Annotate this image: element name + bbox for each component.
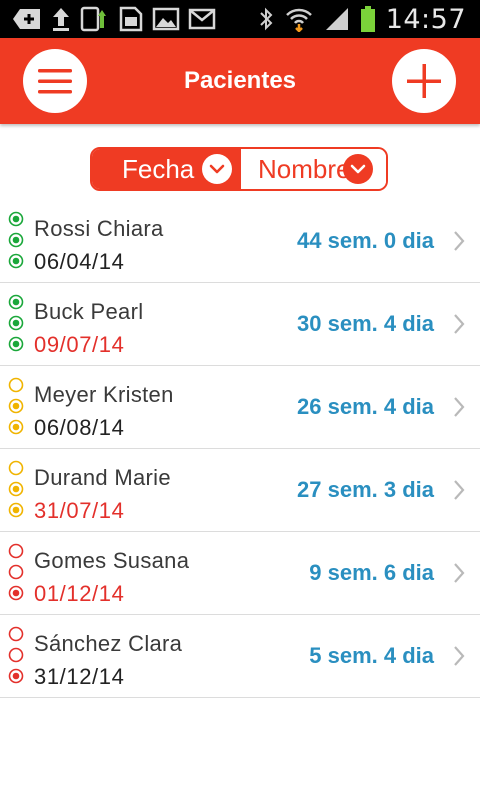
patient-date: 06/04/14 <box>34 249 125 274</box>
status-indicator <box>8 543 24 606</box>
status-indicator <box>8 377 24 440</box>
patient-name: Gomes Susana <box>34 548 190 573</box>
sim-card-icon <box>119 6 143 32</box>
status-indicator <box>8 294 24 357</box>
patient-row[interactable]: Durand Marie 31/07/14 27 sem. 3 dia <box>0 449 480 532</box>
empty-status-dot-icon <box>8 543 24 559</box>
patient-date: 31/12/14 <box>34 664 125 689</box>
status-indicator <box>8 211 24 274</box>
bluetooth-icon <box>259 7 273 31</box>
add-notification-icon <box>13 9 40 29</box>
patient-date: 01/12/14 <box>34 581 125 606</box>
sort-by-date-tab[interactable]: Fecha <box>92 149 241 189</box>
notification-icons <box>12 5 216 33</box>
sort-by-date-label: Fecha <box>122 153 195 184</box>
filled-status-dot-icon <box>8 481 24 497</box>
empty-status-dot-icon <box>8 626 24 642</box>
filled-status-dot-icon <box>8 585 24 601</box>
empty-status-dot-icon <box>8 564 24 580</box>
patient-row[interactable]: Meyer Kristen 06/08/14 26 sem. 4 dia <box>0 366 480 449</box>
empty-status-dot-icon <box>8 647 24 663</box>
app-bar: Pacientes <box>0 38 480 124</box>
patient-list: Rossi Chiara 06/04/14 44 sem. 0 dia Buck… <box>0 200 480 698</box>
status-indicator <box>8 626 24 689</box>
chevron-down-icon <box>342 154 373 184</box>
empty-status-dot-icon <box>8 377 24 393</box>
status-bar: 14:57 <box>0 0 480 38</box>
plus-icon <box>407 64 441 98</box>
patient-date: 09/07/14 <box>34 332 125 357</box>
clock: 14:57 <box>385 3 466 35</box>
patient-name: Buck Pearl <box>34 299 144 324</box>
patient-row[interactable]: Sánchez Clara 31/12/14 5 sem. 4 dia <box>0 615 480 698</box>
gestation-weeks: 5 sem. 4 dia <box>309 643 434 668</box>
status-indicator <box>8 460 24 523</box>
filled-status-dot-icon <box>8 668 24 684</box>
battery-icon <box>360 6 375 32</box>
sort-by-name-label: Nombre <box>257 153 351 184</box>
gmail-icon <box>188 8 216 30</box>
patient-row[interactable]: Gomes Susana 01/12/14 9 sem. 6 dia <box>0 532 480 615</box>
chevron-right-icon <box>454 563 465 583</box>
filled-status-dot-icon <box>8 336 24 352</box>
chevron-right-icon <box>454 646 465 666</box>
gallery-icon <box>152 7 180 31</box>
gestation-weeks: 30 sem. 4 dia <box>297 311 434 336</box>
patient-date: 06/08/14 <box>34 415 125 440</box>
filled-status-dot-icon <box>8 232 24 248</box>
filled-status-dot-icon <box>8 419 24 435</box>
gestation-weeks: 26 sem. 4 dia <box>297 394 434 419</box>
patient-name: Rossi Chiara <box>34 216 164 241</box>
signal-icon <box>325 8 348 30</box>
chevron-right-icon <box>454 231 465 251</box>
gestation-weeks: 9 sem. 6 dia <box>309 560 434 585</box>
patient-name: Meyer Kristen <box>34 382 174 407</box>
filled-status-dot-icon <box>8 502 24 518</box>
filled-status-dot-icon <box>8 211 24 227</box>
upload-icon <box>53 8 69 31</box>
add-patient-button[interactable] <box>392 49 456 113</box>
system-icons: 14:57 <box>258 0 466 38</box>
patient-name: Sánchez Clara <box>34 631 183 656</box>
patient-name: Durand Marie <box>34 465 171 490</box>
patient-row[interactable]: Buck Pearl 09/07/14 30 sem. 4 dia <box>0 283 480 366</box>
chevron-right-icon <box>454 397 465 417</box>
filled-status-dot-icon <box>8 294 24 310</box>
gestation-weeks: 44 sem. 0 dia <box>297 228 434 253</box>
filled-status-dot-icon <box>8 398 24 414</box>
wifi-icon <box>285 8 312 32</box>
sort-segmented-control: Fecha Nombre <box>90 147 388 191</box>
filled-status-dot-icon <box>8 253 24 269</box>
sort-by-name-tab[interactable]: Nombre <box>240 149 386 189</box>
empty-status-dot-icon <box>8 460 24 476</box>
chevron-right-icon <box>454 480 465 500</box>
sync-app-icon <box>80 6 106 32</box>
patient-date: 31/07/14 <box>34 498 125 523</box>
filled-status-dot-icon <box>8 315 24 331</box>
chevron-right-icon <box>454 314 465 334</box>
patient-row[interactable]: Rossi Chiara 06/04/14 44 sem. 0 dia <box>0 200 480 283</box>
chevron-down-icon <box>202 154 232 184</box>
gestation-weeks: 27 sem. 3 dia <box>297 477 434 502</box>
